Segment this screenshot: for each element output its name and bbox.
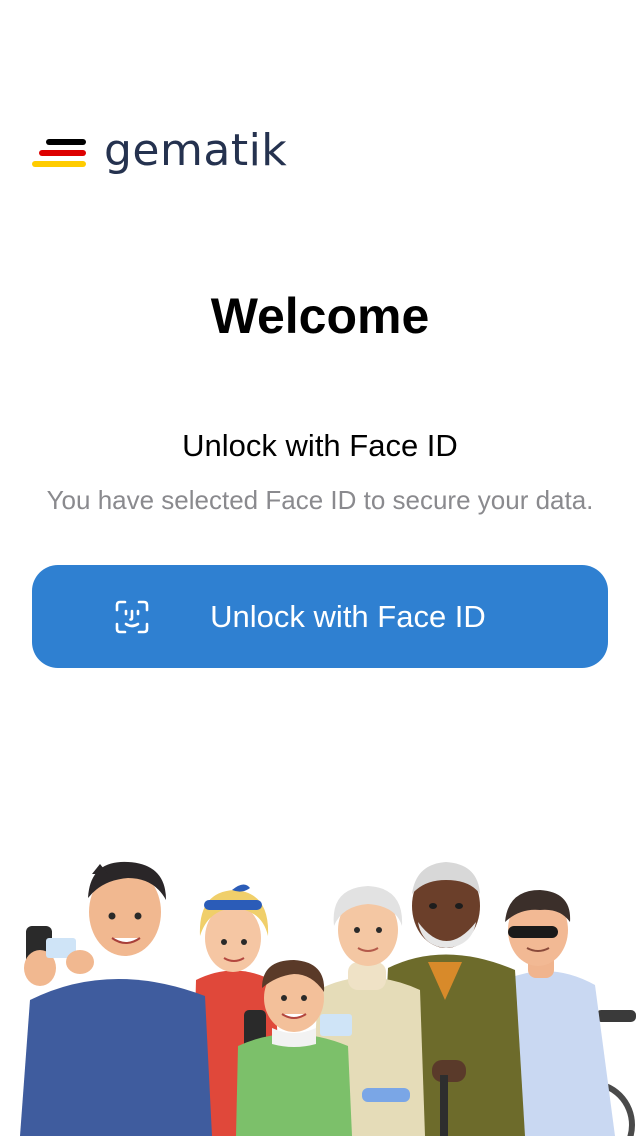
- stripe-gold: [32, 161, 86, 167]
- unlock-button-label: Unlock with Face ID: [210, 598, 486, 634]
- auth-method-description: You have selected Face ID to secure your…: [46, 485, 594, 515]
- stripe-black: [46, 139, 86, 145]
- gematik-logo: gematik: [32, 126, 287, 182]
- logo-text: gematik: [104, 125, 288, 176]
- flag-stripes-icon: [32, 137, 86, 171]
- stripe-red: [39, 150, 86, 156]
- person-young-man: [20, 861, 212, 1136]
- face-id-icon: [115, 600, 149, 634]
- page-title: Welcome: [210, 288, 430, 344]
- unlock-face-id-button[interactable]: Unlock with Face ID: [32, 565, 608, 668]
- auth-method-title: Unlock with Face ID: [182, 428, 458, 463]
- people-group-illustration: [20, 861, 636, 1136]
